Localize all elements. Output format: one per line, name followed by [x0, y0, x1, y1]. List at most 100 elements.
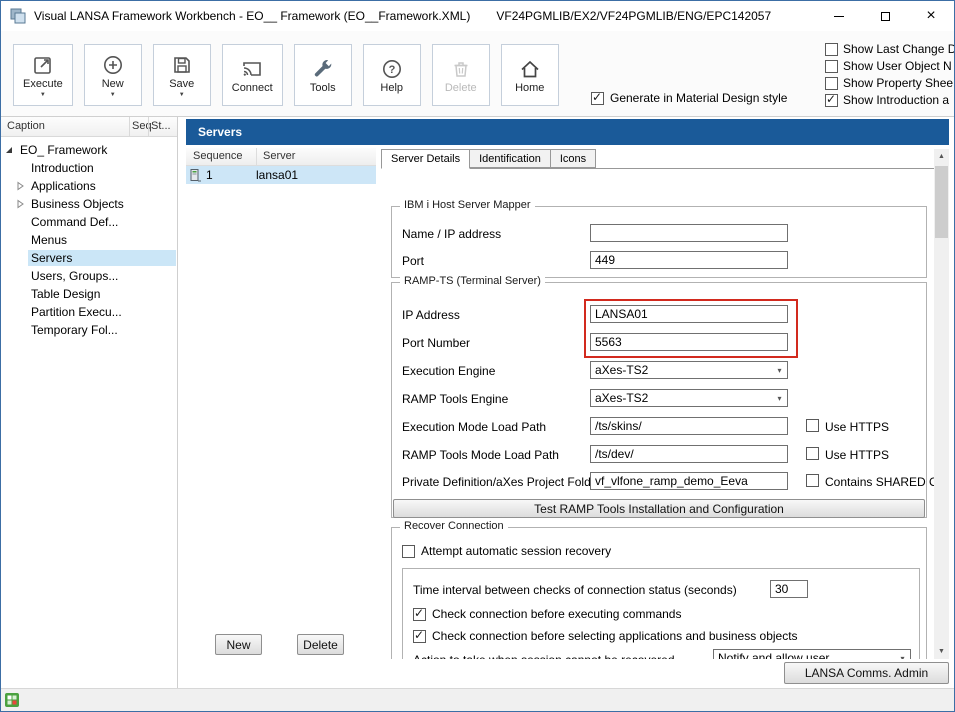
tree-header: Caption Seq St... [1, 117, 177, 137]
show-property-sheet-checkbox[interactable] [825, 77, 838, 90]
dropdown-arrow-icon[interactable]: ▼ [179, 92, 185, 98]
recovery-action-select[interactable]: Notify and allow user... ▾ [713, 649, 911, 659]
execute-button[interactable]: Execute ▼ [13, 44, 73, 106]
port-number-label: Port Number [402, 336, 470, 350]
dropdown-arrow-icon[interactable]: ▼ [40, 92, 46, 98]
save-icon [170, 53, 194, 77]
show-introduction-row: Show Introduction a [825, 93, 955, 107]
interval-input[interactable] [770, 580, 808, 598]
name-ip-label: Name / IP address [402, 227, 501, 241]
server-delete-button[interactable]: Delete [297, 634, 344, 655]
new-button[interactable]: New ▼ [84, 44, 142, 106]
new-icon [101, 53, 125, 77]
check-before-exec-checkbox[interactable] [413, 608, 426, 621]
column-divider[interactable] [129, 117, 130, 136]
status-column-header[interactable]: St... [151, 120, 171, 132]
check-before-select-checkbox[interactable] [413, 630, 426, 643]
server-name: lansa01 [256, 168, 298, 182]
server-new-button[interactable]: New [215, 634, 262, 655]
show-last-change-checkbox[interactable] [825, 43, 838, 56]
connect-button[interactable]: Connect [222, 44, 283, 106]
save-button[interactable]: Save ▼ [153, 44, 211, 106]
tree-item-menus[interactable]: Menus [1, 231, 177, 249]
window-title: Visual LANSA Framework Workbench - EO__ … [34, 9, 470, 23]
tab-identification[interactable]: Identification [469, 149, 551, 168]
contains-shared-checkbox[interactable] [806, 474, 819, 487]
show-user-object-checkbox[interactable] [825, 60, 838, 73]
expanded-icon[interactable] [4, 145, 16, 155]
help-icon: ? [380, 57, 404, 81]
scrollbar-thumb[interactable] [935, 166, 948, 238]
show-introduction-checkbox[interactable] [825, 94, 838, 107]
attempt-recovery-checkbox[interactable] [402, 545, 415, 558]
ip-address-input[interactable] [590, 305, 788, 323]
tree-item-temporary-folder[interactable]: Temporary Fol... [1, 321, 177, 339]
collapsed-icon[interactable] [15, 199, 27, 209]
window-controls: × [816, 1, 954, 31]
recovery-options-box: Time interval between checks of connecti… [402, 568, 920, 659]
check-before-select-row: Check connection before selecting applic… [413, 629, 798, 643]
details-scrollbar[interactable]: ▲ ▼ [934, 149, 949, 659]
minimize-button[interactable] [816, 1, 862, 31]
test-ramp-tools-button[interactable]: Test RAMP Tools Installation and Configu… [393, 499, 925, 518]
execution-mode-path-label: Execution Mode Load Path [402, 420, 546, 434]
use-https-exec-checkbox[interactable] [806, 419, 819, 432]
execute-icon [31, 53, 55, 77]
tree-item-framework[interactable]: EO_ Framework [1, 141, 177, 159]
lansa-comms-admin-button[interactable]: LANSA Comms. Admin [784, 662, 949, 684]
home-button[interactable]: Home [501, 44, 559, 106]
tree-item-table-design[interactable]: Table Design [1, 285, 177, 303]
home-icon [518, 57, 542, 81]
help-button[interactable]: ? Help [363, 44, 421, 106]
titlebar: Visual LANSA Framework Workbench - EO__ … [1, 1, 954, 31]
execution-mode-path-input[interactable] [590, 417, 788, 435]
use-https-ramp-checkbox[interactable] [806, 447, 819, 460]
tab-icons[interactable]: Icons [550, 149, 596, 168]
server-list: Sequence Server 1 lansa01 [186, 148, 376, 629]
ramp-ts-group: RAMP-TS (Terminal Server) IP Address Por… [391, 282, 927, 518]
server-column-header[interactable]: Server [263, 150, 295, 162]
interval-label: Time interval between checks of connecti… [413, 583, 737, 597]
tree-item-business-objects[interactable]: Business Objects [1, 195, 177, 213]
ramp-tools-engine-label: RAMP Tools Engine [402, 392, 508, 406]
contains-shared-label: Contains SHARED Obje [825, 475, 934, 489]
tree-item-applications[interactable]: Applications [1, 177, 177, 195]
caption-column-header[interactable]: Caption [7, 120, 45, 132]
execution-engine-select[interactable]: aXes-TS2 ▾ [590, 361, 788, 379]
chevron-down-icon: ▾ [895, 654, 910, 660]
navigation-panel: Caption Seq St... EO_ Framework Introduc… [1, 117, 178, 688]
maximize-button[interactable] [862, 1, 908, 31]
dropdown-arrow-icon[interactable]: ▼ [110, 92, 116, 98]
ip-address-label: IP Address [402, 308, 460, 322]
column-divider[interactable] [256, 148, 257, 165]
scroll-up-icon[interactable]: ▲ [934, 149, 949, 164]
scroll-down-icon[interactable]: ▼ [934, 644, 949, 659]
name-ip-input[interactable] [590, 224, 788, 242]
delete-icon [449, 57, 473, 81]
minimize-icon [834, 16, 844, 17]
ramp-tools-engine-select[interactable]: aXes-TS2 ▾ [590, 389, 788, 407]
generate-material-checkbox[interactable] [591, 92, 604, 105]
show-property-sheet-row: Show Property Shee [825, 76, 955, 90]
tree-item-users-groups[interactable]: Users, Groups... [1, 267, 177, 285]
generate-material-checkbox-row: Generate in Material Design style [591, 91, 787, 105]
show-last-change-row: Show Last Change D [825, 42, 955, 56]
tree-item-introduction[interactable]: Introduction [1, 159, 177, 177]
port-number-input[interactable] [590, 333, 788, 351]
ramp-tools-path-input[interactable] [590, 445, 788, 463]
tree-item-partition-execution[interactable]: Partition Execu... [1, 303, 177, 321]
collapsed-icon[interactable] [15, 181, 27, 191]
project-folder-input[interactable] [590, 472, 788, 490]
server-row-lansa01[interactable]: 1 lansa01 [186, 166, 376, 184]
host-port-input[interactable] [590, 251, 788, 269]
tools-button[interactable]: Tools [294, 44, 352, 106]
server-sequence: 1 [206, 168, 256, 182]
host-mapper-group: IBM i Host Server Mapper Name / IP addre… [391, 206, 927, 278]
tree-item-servers[interactable]: Servers [1, 249, 177, 267]
close-button[interactable]: × [908, 1, 954, 31]
tab-server-details[interactable]: Server Details [381, 149, 470, 169]
column-divider[interactable] [148, 117, 149, 136]
sequence-column-header[interactable]: Sequence [193, 150, 243, 162]
project-folder-label: Private Definition/aXes Project Folder [402, 475, 601, 489]
tree-item-command-def[interactable]: Command Def... [1, 213, 177, 231]
